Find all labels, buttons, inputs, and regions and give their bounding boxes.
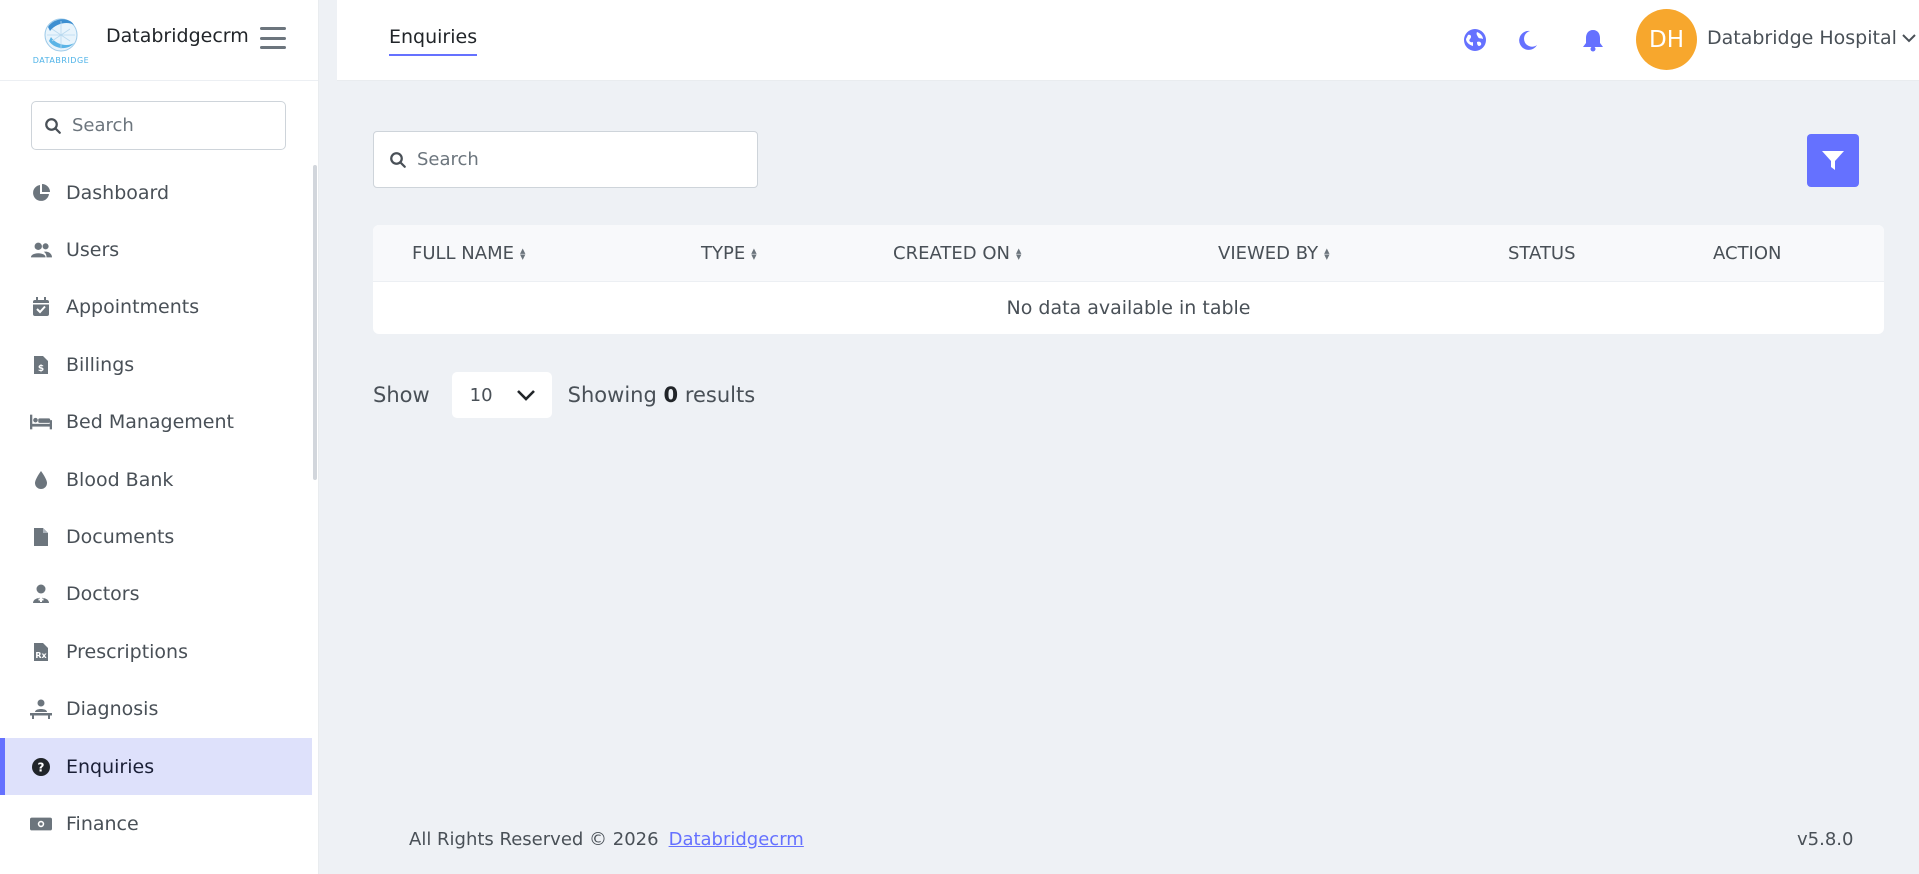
table-search[interactable] [373,131,758,188]
sidebar-item-finance[interactable]: Finance [0,795,312,852]
sidebar-item-label: Blood Bank [66,468,174,491]
table-header: FULL NAME ▲ ▼ TYPE ▲ ▼ CREATED ON ▲ ▼ VIEWE… [373,225,1884,282]
brand-name: Databridgecrm [106,25,249,47]
filter-icon [1822,150,1844,170]
show-label: Show [373,383,430,407]
sort-icon: ▲ ▼ [1015,246,1022,261]
brand-logo[interactable]: DATABRIDGE [30,14,92,66]
pagination-controls: Show 10 Showing 0 results [373,372,755,418]
question-circle-icon: ? [30,756,52,778]
sort-icon: ▲ ▼ [751,246,757,261]
page-size-value: 10 [469,384,493,406]
file-prescription-icon: Rx [30,641,52,663]
copyright-text: All Rights Reserved © 2026 [409,829,659,850]
sidebar-item-blood-bank[interactable]: Blood Bank [0,451,312,508]
avatar[interactable]: DH [1636,9,1697,70]
empty-table-message: No data available in table [1006,297,1251,319]
users-icon [30,239,52,261]
bed-icon [30,411,52,433]
sort-icon: ▲ ▼ [520,246,526,261]
sidebar-scrollbar[interactable] [313,165,317,480]
chevron-down-icon [1902,34,1916,43]
results-count: 0 [663,383,679,407]
user-name: Databridge Hospital [1707,27,1897,49]
sidebar-item-users[interactable]: Users [0,221,312,278]
moon-icon[interactable] [1515,27,1541,53]
sidebar-item-label: Appointments [66,296,200,319]
sidebar-item-dashboard[interactable]: Dashboard [0,164,312,221]
column-header-action: ACTION [1713,243,1782,264]
svg-text:$: $ [38,364,44,374]
calendar-check-icon [30,296,52,318]
page-size-select[interactable]: 10 [451,372,552,418]
sidebar-item-label: Users [66,239,120,262]
search-icon [390,151,406,168]
logo-text: DATABRIDGE [32,56,90,65]
sidebar-item-documents[interactable]: Documents [0,508,312,565]
footer-link[interactable]: Databridgecrm [669,829,804,850]
sidebar-item-label: Diagnosis [66,698,159,721]
column-header-status: STATUS [1508,243,1576,264]
user-doctor-icon [30,583,52,605]
chevron-down-icon [516,390,535,401]
filter-button[interactable] [1807,134,1859,187]
bell-icon[interactable] [1580,27,1606,53]
brand-header: DATABRIDGE Databridgecrm [0,0,318,81]
menu-toggle-icon[interactable] [260,27,286,49]
sidebar-item-label: Enquiries [66,755,155,778]
diagnosis-icon [30,698,52,720]
app-version: v5.8.0 [1797,829,1854,850]
sidebar-search[interactable] [31,101,286,150]
footer-copyright: All Rights Reserved © 2026 Databridgecrm [409,829,804,850]
sidebar-item-prescriptions[interactable]: Rx Prescriptions [0,623,312,680]
sidebar-item-appointments[interactable]: Appointments [0,279,312,336]
sidebar-item-label: Bed Management [66,411,234,434]
sidebar-search-input[interactable] [72,115,262,136]
sidebar-item-label: Documents [66,526,175,549]
sidebar-item-doctors[interactable]: Doctors [0,566,312,623]
top-header: Enquiries DH Databridge Hospital [337,0,1919,81]
search-icon [45,117,61,134]
svg-text:Rx: Rx [35,651,47,660]
sidebar-nav: Dashboard Users Appointments $ Billings … [0,164,312,853]
sidebar-item-bed-management[interactable]: Bed Management [0,394,312,451]
invoice-dollar-icon: $ [30,354,52,376]
sidebar: DATABRIDGE Databridgecrm Dashboard Users [0,0,319,874]
money-bill-icon [30,813,52,835]
search-input[interactable] [417,149,737,170]
sidebar-item-label: Prescriptions [66,640,188,663]
column-header-viewed-by[interactable]: VIEWED BY ▲ ▼ [1218,243,1330,264]
sidebar-item-enquiries[interactable]: ? Enquiries [0,737,312,796]
svg-text:?: ? [38,760,45,774]
globe-icon[interactable] [1462,27,1488,53]
logo-globe-icon [44,18,78,52]
tab-enquiries[interactable]: Enquiries [389,26,478,56]
droplet-icon [30,469,52,491]
file-icon [30,526,52,548]
column-header-type[interactable]: TYPE ▲ ▼ [701,243,757,264]
results-summary: Showing 0 results [567,383,756,407]
sidebar-item-label: Dashboard [66,181,170,204]
column-header-created-on[interactable]: CREATED ON ▲ ▼ [893,243,1021,264]
user-menu[interactable]: Databridge Hospital [1707,27,1917,49]
chart-pie-icon [30,182,52,204]
sidebar-item-diagnosis[interactable]: Diagnosis [0,681,312,738]
sidebar-item-label: Finance [66,812,139,835]
sidebar-item-billings[interactable]: $ Billings [0,336,312,393]
sidebar-item-label: Doctors [66,583,140,606]
sidebar-item-label: Billings [66,353,135,376]
enquiries-table: FULL NAME ▲ ▼ TYPE ▲ ▼ CREATED ON ▲ ▼ VIEWE… [373,225,1884,334]
column-header-full-name[interactable]: FULL NAME ▲ ▼ [412,243,525,264]
sort-icon: ▲ ▼ [1324,246,1330,261]
